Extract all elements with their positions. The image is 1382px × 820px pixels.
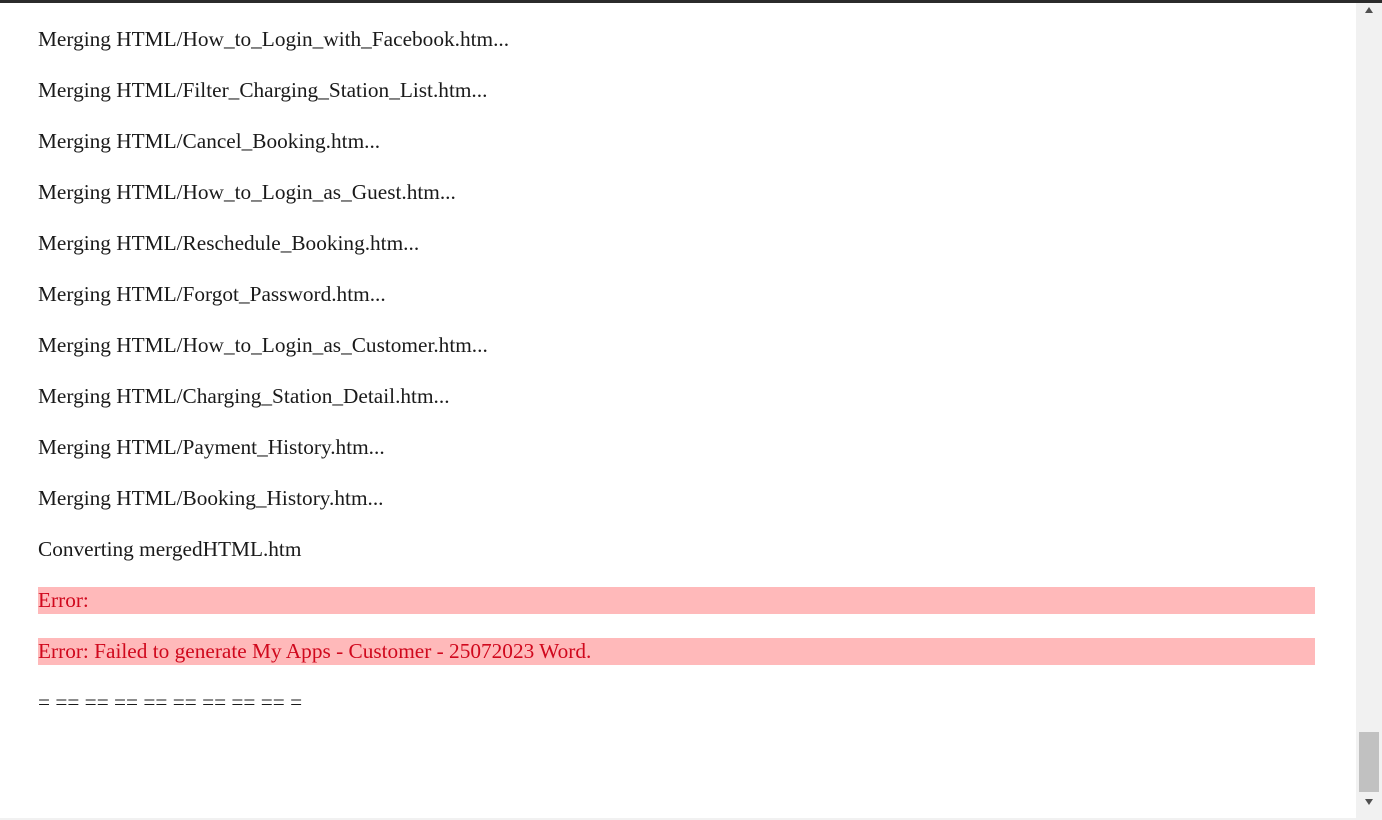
window-top-border: [0, 0, 1382, 3]
log-line: Merging HTML/How_to_Login_with_Facebook.…: [38, 27, 510, 51]
log-line: Merging HTML/How_to_Login_as_Guest.htm..…: [38, 180, 456, 204]
log-line: Merging HTML/Booking_History.htm...: [38, 486, 384, 510]
log-viewport: Merging HTML/Filter_Bookings.htm...Mergi…: [0, 0, 1356, 820]
log-line: = == == == == == == == == =: [38, 690, 303, 714]
error-line: Error: Failed to generate My Apps - Cust…: [38, 638, 1315, 665]
error-line: Error:: [38, 587, 1315, 614]
vertical-scrollbar[interactable]: [1356, 0, 1382, 820]
log-line: Merging HTML/Reschedule_Booking.htm...: [38, 231, 420, 255]
log-line: Merging HTML/Payment_History.htm...: [38, 435, 385, 459]
triangle-up-icon: [1365, 7, 1373, 13]
triangle-down-icon: [1365, 799, 1373, 805]
log-line: Merging HTML/Forgot_Password.htm...: [38, 282, 386, 306]
log-line: Merging HTML/Charging_Station_Detail.htm…: [38, 384, 450, 408]
log-line: Converting mergedHTML.htm: [38, 537, 302, 561]
log-line: Merging HTML/Filter_Charging_Station_Lis…: [38, 78, 488, 102]
scroll-thumb[interactable]: [1359, 732, 1379, 792]
log-line: Merging HTML/Cancel_Booking.htm...: [38, 129, 381, 153]
scroll-up-button[interactable]: [1356, 6, 1382, 23]
log-line: Merging HTML/How_to_Login_as_Customer.ht…: [38, 333, 488, 357]
scroll-down-button[interactable]: [1356, 798, 1382, 815]
